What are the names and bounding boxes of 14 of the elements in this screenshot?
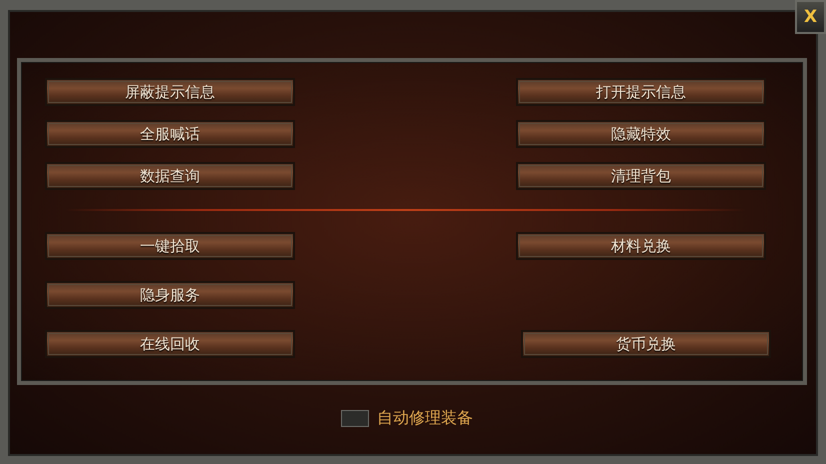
menu-button[interactable]: 材料兑换	[516, 232, 766, 260]
checkbox[interactable]	[341, 410, 369, 427]
menu-button[interactable]: 屏蔽提示信息	[45, 78, 295, 106]
menu-button[interactable]: 数据查询	[45, 162, 295, 190]
menu-button[interactable]: 隐藏特效	[516, 120, 766, 148]
menu-button[interactable]: 打开提示信息	[516, 78, 766, 106]
menu-button[interactable]: 清理背包	[516, 162, 766, 190]
menu-button[interactable]: 在线回收	[45, 330, 295, 358]
menu-button[interactable]: 货币兑换	[521, 330, 771, 358]
close-button[interactable]: X	[795, 0, 826, 34]
menu-button[interactable]: 一键拾取	[45, 232, 295, 260]
menu-button[interactable]: 隐身服务	[45, 281, 295, 309]
menu-button[interactable]: 全服喊话	[45, 120, 295, 148]
checkbox-label: 自动修理装备	[377, 408, 473, 429]
